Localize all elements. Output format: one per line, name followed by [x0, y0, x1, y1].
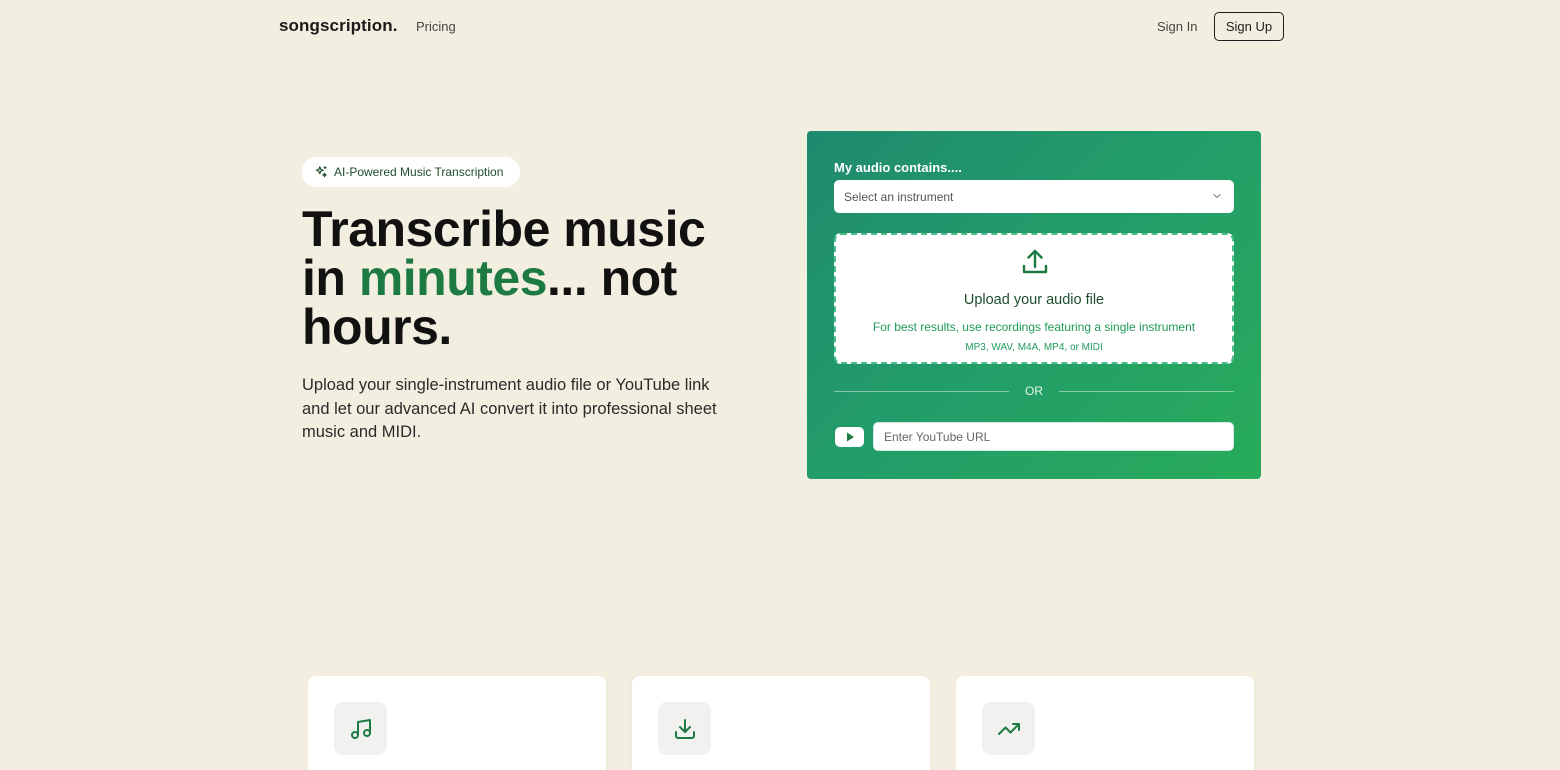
youtube-url-input[interactable]: [873, 422, 1234, 451]
headline-line-3: hours.: [302, 299, 452, 355]
trending-up-icon: [997, 722, 1020, 735]
or-divider: OR: [834, 384, 1234, 398]
hero-headline: Transcribe music in minutes... not hours…: [302, 204, 762, 355]
feature-card-1: [308, 676, 606, 770]
instrument-select[interactable]: Select an instrument: [834, 180, 1234, 213]
dropzone-title: Upload your audio file: [963, 292, 1105, 308]
sign-in-link[interactable]: Sign In: [1157, 19, 1197, 34]
hero-subtext: Upload your single-instrument audio file…: [302, 376, 717, 441]
sign-up-button[interactable]: Sign Up: [1214, 12, 1284, 41]
headline-in: in: [302, 250, 359, 306]
instrument-select-value: Select an instrument: [844, 189, 954, 204]
instrument-label: My audio contains....: [834, 160, 962, 175]
logo[interactable]: songscription.: [279, 16, 398, 36]
youtube-icon: [835, 427, 864, 447]
feature-icon-box: [982, 702, 1035, 755]
top-nav: songscription. Pricing Sign In Sign Up: [0, 0, 1560, 54]
headline-line-1: Transcribe music: [302, 201, 706, 257]
feature-icon-box: [334, 702, 387, 755]
audio-dropzone[interactable]: Upload your audio file For best results,…: [834, 233, 1234, 364]
badge-label: AI-Powered Music Transcription: [334, 165, 504, 179]
download-icon: [674, 718, 695, 739]
chevron-down-icon: [1213, 193, 1221, 199]
music-note-icon: [350, 718, 371, 739]
sparkles-icon: [315, 166, 327, 178]
play-icon: [846, 432, 854, 442]
divider-line-right: [1059, 391, 1234, 392]
upload-card: My audio contains.... Select an instrume…: [807, 131, 1261, 479]
feature-card-2: [632, 676, 930, 770]
page: songscription. Pricing Sign In Sign Up A…: [0, 0, 1560, 770]
dropzone-hint: For best results, use recordings featuri…: [872, 320, 1196, 334]
nav-link-pricing[interactable]: Pricing: [416, 19, 456, 34]
dropzone-formats: MP3, WAV, M4A, MP4, or MIDI: [965, 342, 1103, 353]
feature-icon-box: [658, 702, 711, 755]
feature-card-3: [956, 676, 1254, 770]
upload-icon: [1022, 249, 1048, 274]
headline-after: ... not: [547, 250, 677, 306]
headline-accent: minutes: [358, 250, 548, 306]
ai-badge: AI-Powered Music Transcription: [302, 157, 520, 187]
